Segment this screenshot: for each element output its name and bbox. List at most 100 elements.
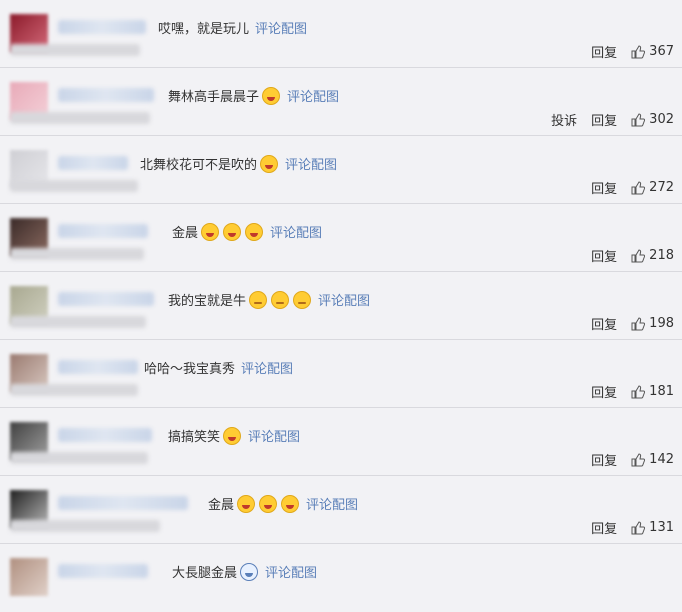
blurred-text [10,248,144,260]
blurred-text [10,44,140,56]
comment-actions: 回复 218 [591,246,674,265]
comment-body: 北舞校花可不是吹的 [140,158,258,173]
comment-body: 金晨 [172,226,199,241]
comment-actions: 投诉 回复 302 [551,110,674,129]
emoji-icon [281,494,300,513]
comment-text: 舞林高手晨晨子 评论配图 [168,86,339,105]
comment-list: 哎嘿，就是玩儿 评论配图 回复 367 舞林高手晨晨子 评论配图 投诉 回复 3… [0,0,682,596]
comment-text: 我的宝就是牛 评论配图 [168,290,370,309]
comment-row: 哈哈～我宝真秀 评论配图 回复 181 [0,340,682,408]
emoji-icon [237,494,256,513]
emoji-icon [240,562,259,581]
avatar[interactable] [10,558,48,596]
like-count: 142 [649,452,674,467]
reply-button[interactable]: 回复 [591,314,617,333]
comment-body: 金晨 [208,498,235,513]
thumb-up-icon [631,112,646,126]
comment-text: 金晨 评论配图 [208,494,358,513]
emoji-icon [260,154,279,173]
comment-text: 哎嘿，就是玩儿 评论配图 [158,18,307,37]
username-blurred[interactable] [58,156,128,170]
like-count: 131 [649,520,674,535]
username-blurred[interactable] [58,360,138,374]
like-button[interactable]: 198 [631,316,674,331]
comment-text: 大長腿金晨 评论配图 [172,562,317,581]
blurred-text [10,112,150,124]
comment-text: 哈哈～我宝真秀 评论配图 [144,358,293,377]
like-button[interactable]: 272 [631,180,674,195]
comment-actions: 回复 198 [591,314,674,333]
blurred-text [10,384,138,396]
like-count: 218 [649,248,674,263]
like-count: 367 [649,44,674,59]
emoji-icon [201,222,220,241]
emoji-icon [271,290,290,309]
emoji-icon [259,494,278,513]
comment-body: 哎嘿，就是玩儿 [158,22,250,37]
username-blurred[interactable] [58,88,154,102]
username-blurred[interactable] [58,20,146,34]
blurred-text [10,452,148,464]
comment-image-link[interactable]: 评论配图 [241,358,293,377]
emoji-icon [262,86,281,105]
comment-row: 大長腿金晨 评论配图 [0,544,682,612]
comment-row: 金晨 评论配图 回复 131 [0,476,682,544]
emoji-icon [245,222,264,241]
comment-body: 我的宝就是牛 [168,294,247,309]
thumb-up-icon [631,520,646,534]
comment-text: 北舞校花可不是吹的 评论配图 [140,154,337,173]
comment-actions: 回复 367 [591,42,674,61]
comment-row: 我的宝就是牛 评论配图 回复 198 [0,272,682,340]
comment-actions: 回复 131 [591,518,674,537]
emoji-icon [293,290,312,309]
comment-image-link[interactable]: 评论配图 [265,562,317,581]
emoji-icon [223,222,242,241]
reply-button[interactable]: 回复 [591,450,617,469]
like-count: 302 [649,112,674,127]
comment-actions: 回复 272 [591,178,674,197]
comment-row: 北舞校花可不是吹的 评论配图 回复 272 [0,136,682,204]
blurred-text [10,316,146,328]
like-button[interactable]: 367 [631,44,674,59]
like-count: 181 [649,384,674,399]
emoji-icon [223,426,242,445]
comment-image-link[interactable]: 评论配图 [318,290,370,309]
blurred-text [10,180,138,192]
comment-image-link[interactable]: 评论配图 [255,18,307,37]
comment-image-link[interactable]: 评论配图 [287,86,339,105]
reply-button[interactable]: 回复 [591,518,617,537]
comment-row: 搞搞笑笑 评论配图 回复 142 [0,408,682,476]
reply-button[interactable]: 回复 [591,178,617,197]
thumb-up-icon [631,248,646,262]
username-blurred[interactable] [58,428,152,442]
username-blurred[interactable] [58,496,188,510]
username-blurred[interactable] [58,564,148,578]
like-button[interactable]: 142 [631,452,674,467]
comment-body: 大長腿金晨 [172,566,238,581]
username-blurred[interactable] [58,292,154,306]
comment-text: 金晨 评论配图 [172,222,322,241]
reply-button[interactable]: 回复 [591,382,617,401]
comment-actions: 回复 142 [591,450,674,469]
thumb-up-icon [631,44,646,58]
comment-body: 哈哈～我宝真秀 [144,362,236,377]
comment-image-link[interactable]: 评论配图 [248,426,300,445]
report-button[interactable]: 投诉 [551,110,577,129]
thumb-up-icon [631,452,646,466]
emoji-icon [249,290,268,309]
reply-button[interactable]: 回复 [591,42,617,61]
comment-actions: 回复 181 [591,382,674,401]
like-button[interactable]: 131 [631,520,674,535]
comment-image-link[interactable]: 评论配图 [285,154,337,173]
comment-image-link[interactable]: 评论配图 [270,222,322,241]
like-button[interactable]: 181 [631,384,674,399]
reply-button[interactable]: 回复 [591,110,617,129]
reply-button[interactable]: 回复 [591,246,617,265]
like-count: 272 [649,180,674,195]
like-button[interactable]: 218 [631,248,674,263]
username-blurred[interactable] [58,224,148,238]
comment-row: 哎嘿，就是玩儿 评论配图 回复 367 [0,0,682,68]
like-button[interactable]: 302 [631,112,674,127]
blurred-text [10,520,160,532]
comment-image-link[interactable]: 评论配图 [306,494,358,513]
